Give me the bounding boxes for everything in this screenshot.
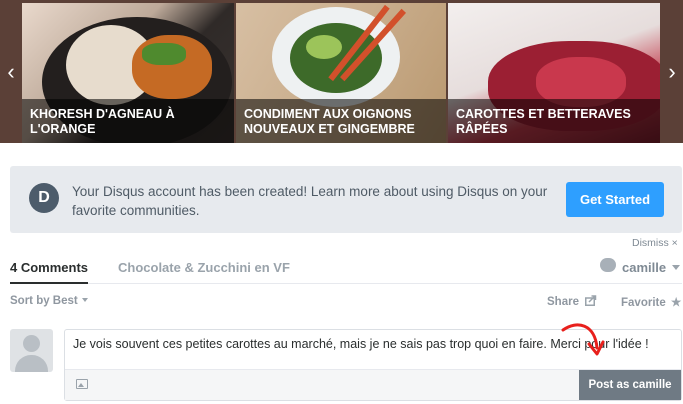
- chevron-left-icon[interactable]: ‹: [2, 58, 20, 86]
- recipe-carousel: KHORESH D'AGNEAU À L'ORANGE CONDIMENT AU…: [0, 0, 683, 143]
- user-name: camille: [622, 260, 667, 275]
- tab-community[interactable]: Chocolate & Zucchini en VF: [118, 260, 290, 275]
- share-label: Share: [547, 296, 579, 308]
- post-comment-button[interactable]: Post as camille: [579, 370, 681, 400]
- star-icon: ★: [670, 297, 682, 309]
- recipe-title[interactable]: CONDIMENT AUX OIGNONS NOUVEAUX ET GINGEM…: [244, 107, 440, 137]
- recipe-slide-1[interactable]: KHORESH D'AGNEAU À L'ORANGE: [22, 3, 234, 143]
- chevron-down-icon: [81, 298, 88, 302]
- composer-footer: Post as camille: [65, 369, 681, 400]
- recipe-slide-3[interactable]: CAROTTES ET BETTERAVES RÂPÉES: [448, 3, 660, 143]
- share-button[interactable]: Share: [547, 295, 597, 308]
- tab-comments[interactable]: 4 Comments: [10, 260, 89, 284]
- get-started-button[interactable]: Get Started: [566, 182, 664, 217]
- comment-toolbar: Sort by Best Share Favorite ★: [10, 294, 682, 312]
- share-icon: [585, 295, 597, 306]
- sort-label: Sort by Best: [10, 295, 78, 307]
- recipe-slide-2[interactable]: CONDIMENT AUX OIGNONS NOUVEAUX ET GINGEM…: [236, 3, 446, 143]
- speech-bubble-icon: [600, 258, 616, 272]
- recipe-title[interactable]: KHORESH D'AGNEAU À L'ORANGE: [30, 107, 228, 137]
- avatar: [10, 329, 53, 372]
- chevron-right-icon[interactable]: ›: [663, 58, 681, 86]
- disqus-logo-icon: D: [29, 183, 59, 213]
- sort-dropdown[interactable]: Sort by Best: [10, 295, 88, 307]
- favorite-button[interactable]: Favorite ★: [621, 295, 681, 309]
- dismiss-button[interactable]: Dismiss ×: [632, 237, 678, 249]
- annotation-arrow-icon: [561, 323, 605, 356]
- notice-message: Your Disqus account has been created! Le…: [72, 184, 548, 218]
- comment-tabs: 4 Comments Chocolate & Zucchini en VF ca…: [10, 255, 682, 284]
- account-created-notice: D Your Disqus account has been created! …: [10, 166, 682, 233]
- chevron-down-icon: [672, 265, 680, 270]
- image-upload-icon[interactable]: [76, 379, 88, 389]
- favorite-label: Favorite: [621, 297, 666, 309]
- recipe-title[interactable]: CAROTTES ET BETTERAVES RÂPÉES: [456, 107, 654, 137]
